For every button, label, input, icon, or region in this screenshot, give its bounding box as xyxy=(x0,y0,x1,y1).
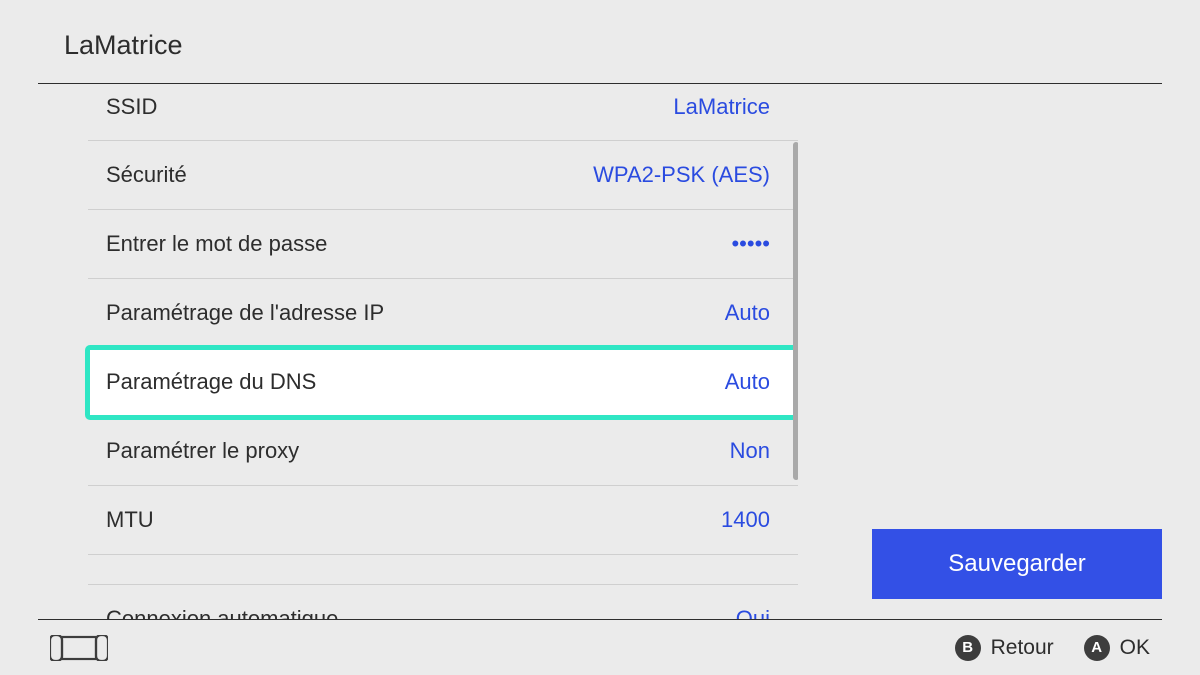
footer-bar: B Retour A OK xyxy=(38,619,1162,675)
row-dns-settings[interactable]: Paramétrage du DNS Auto xyxy=(88,348,798,417)
row-proxy-settings[interactable]: Paramétrer le proxy Non xyxy=(88,417,798,486)
row-label: Paramétrage du DNS xyxy=(106,369,316,395)
a-button-icon: A xyxy=(1084,635,1110,661)
header: LaMatrice xyxy=(0,0,1200,71)
row-value: Auto xyxy=(725,369,770,395)
row-value: 1400 xyxy=(721,507,770,533)
row-ip-settings[interactable]: Paramétrage de l'adresse IP Auto xyxy=(88,279,798,348)
side-pane: Sauvegarder xyxy=(798,84,1200,619)
footer-hints: B Retour A OK xyxy=(955,635,1150,661)
list-spacer xyxy=(88,555,798,585)
row-label: Paramétrer le proxy xyxy=(106,438,299,464)
b-button-icon: B xyxy=(955,635,981,661)
row-value: Auto xyxy=(725,300,770,326)
row-value: LaMatrice xyxy=(673,94,770,120)
row-value: Non xyxy=(730,438,770,464)
settings-list: SSID LaMatrice Sécurité WPA2-PSK (AES) E… xyxy=(88,84,798,619)
settings-screen: LaMatrice SSID LaMatrice Sécurité WPA2-P… xyxy=(0,0,1200,675)
row-label: Entrer le mot de passe xyxy=(106,231,327,257)
row-label: MTU xyxy=(106,507,154,533)
row-label: Paramétrage de l'adresse IP xyxy=(106,300,384,326)
row-password[interactable]: Entrer le mot de passe ••••• xyxy=(88,210,798,279)
row-security[interactable]: Sécurité WPA2-PSK (AES) xyxy=(88,141,798,210)
controller-icon xyxy=(50,635,108,661)
row-value: Oui xyxy=(736,606,770,619)
row-ssid[interactable]: SSID LaMatrice xyxy=(88,84,798,141)
row-label: Connexion automatique xyxy=(106,606,338,619)
hint-b-back[interactable]: B Retour xyxy=(955,635,1054,661)
row-auto-connect[interactable]: Connexion automatique Oui xyxy=(88,585,798,619)
content-area: SSID LaMatrice Sécurité WPA2-PSK (AES) E… xyxy=(0,84,1200,619)
page-title: LaMatrice xyxy=(64,30,1136,61)
row-value: WPA2-PSK (AES) xyxy=(593,162,770,188)
hint-label: OK xyxy=(1120,636,1150,660)
row-label: Sécurité xyxy=(106,162,187,188)
row-label: SSID xyxy=(106,94,157,120)
save-button[interactable]: Sauvegarder xyxy=(872,529,1162,599)
hint-a-ok[interactable]: A OK xyxy=(1084,635,1150,661)
row-mtu[interactable]: MTU 1400 xyxy=(88,486,798,555)
hint-label: Retour xyxy=(991,636,1054,660)
settings-list-pane: SSID LaMatrice Sécurité WPA2-PSK (AES) E… xyxy=(38,84,798,619)
row-value: ••••• xyxy=(731,231,770,257)
